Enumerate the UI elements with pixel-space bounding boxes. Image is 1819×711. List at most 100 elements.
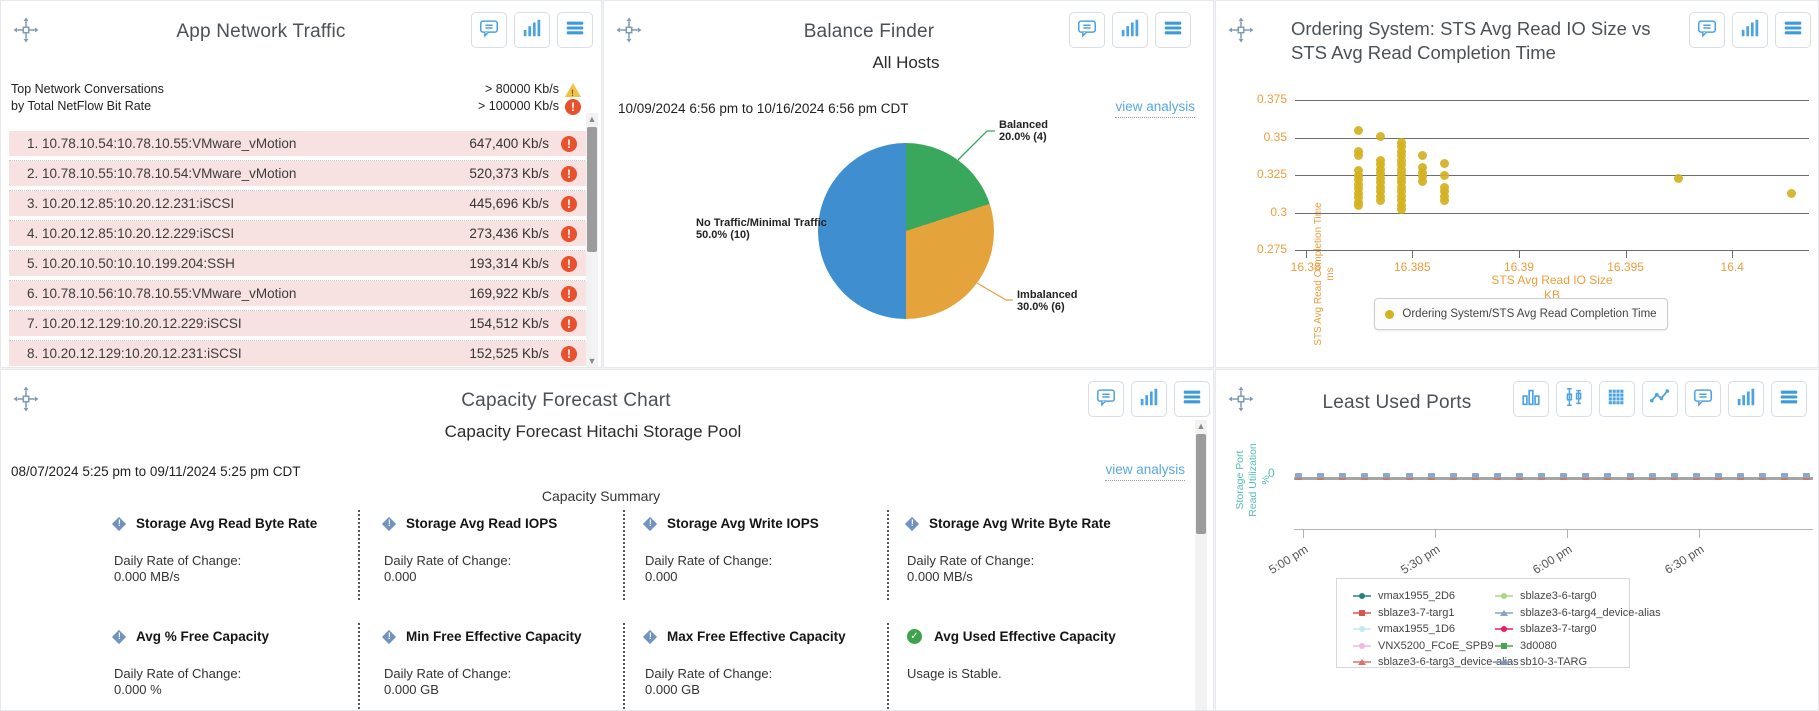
legend-item[interactable]: sblaze3-6-targ4_device-alias [1495,605,1633,622]
table-button[interactable] [1599,381,1635,417]
metric-card-header: Avg % Free Capacity [114,629,358,644]
menu-button[interactable] [1155,12,1191,48]
view-analysis-link[interactable]: view analysis [1115,99,1195,118]
metric-card[interactable]: Max Free Effective CapacityDaily Rate of… [623,629,887,698]
legend-label: vmax1955_1D6 [1378,623,1455,635]
legend-item[interactable]: vmax1955_1D6 [1353,621,1491,638]
table-row[interactable]: 3. 10.20.12.85:10.20.12.231:iSCSI445,696… [9,191,587,216]
legend-label: sb10-3-TARG [1520,656,1587,668]
legend-item[interactable]: 3d0080 [1495,638,1633,655]
gridline [1295,100,1809,101]
y-axis-label: Storage Port Read Utilization % [1234,425,1274,535]
metric-card[interactable]: Storage Avg Write Byte RateDaily Rate of… [887,516,1161,585]
page-title: App Network Traffic [1,21,521,43]
panel-least-used-ports: Least Used Ports Storage Port Read Utili… [1215,369,1819,711]
legend-item[interactable]: sblaze3-7-targ0 [1495,621,1633,638]
metric-card[interactable]: Avg % Free CapacityDaily Rate of Change:… [1,629,358,698]
table-row[interactable]: 7. 10.20.12.129:10.20.12.229:iSCSI154,51… [9,311,587,336]
info-diamond-icon [643,629,657,643]
data-point-marker [1582,473,1589,480]
comment-button[interactable] [1069,12,1105,48]
critical-icon: ! [561,286,577,302]
metric-card[interactable]: ✓Avg Used Effective CapacityUsage is Sta… [887,629,1161,682]
page-title: Ordering System: STS Avg Read IO Size vs… [1291,17,1651,65]
bar-chart-icon [521,17,543,44]
scrollbar-thumb[interactable] [587,127,597,252]
y-tick-label: 0 [1268,466,1275,480]
x-tick-mark [1412,250,1413,258]
legend-marker-icon [1353,625,1371,633]
scrollbar-thumb[interactable] [1196,434,1206,534]
table-row[interactable]: 1. 10.78.10.54:10.78.10.55:VMware_vMotio… [9,131,587,156]
table-row[interactable]: 2. 10.78.10.55:10.78.10.54:VMware_vMotio… [9,161,587,186]
table-row[interactable]: 5. 10.20.10.50:10.10.199.204:SSH193,314 … [9,251,587,276]
menu-button[interactable] [1775,12,1811,48]
line-chart-icon [1649,386,1671,413]
panel-balance-finder: Balance Finder All Hosts 10/09/2024 6:56… [603,0,1214,368]
comment-button[interactable] [471,12,507,48]
metric-card[interactable]: Storage Avg Read Byte RateDaily Rate of … [1,516,358,585]
legend-item[interactable]: sb10-3-TARG [1495,654,1633,671]
x-tick-mark [1732,250,1733,258]
pie-label-no-traffic: No Traffic/Minimal Traffic 50.0% (10) [696,217,827,241]
bar-chart-icon [1119,17,1141,44]
pie-label-imbalanced: Imbalanced 30.0% (6) [1017,289,1078,313]
line-chart-button[interactable] [1642,381,1678,417]
vertical-scrollbar[interactable]: ▲ ▼ [586,113,598,367]
scatter-point [1440,171,1449,180]
legend-item[interactable]: vmax1955_2D6 [1353,588,1491,605]
metric-line2: 0.000 GB [645,682,887,698]
legend-item[interactable]: sblaze3-6-targ3_device-alias [1353,654,1491,671]
move-icon[interactable] [1228,17,1254,43]
scatter-point [1418,177,1427,186]
metric-card[interactable]: Min Free Effective CapacityDaily Rate of… [358,629,623,698]
data-point-marker [1450,473,1457,480]
bar-chart-button[interactable] [1112,12,1148,48]
legend-item[interactable]: sblaze3-7-targ1 [1353,605,1491,622]
metric-line2: 0.000 GB [384,682,623,698]
legend-marker-icon [1353,609,1371,617]
bar-chart-button[interactable] [1732,12,1768,48]
bar-chart-button[interactable] [1728,381,1764,417]
y-tick-label: 0.275 [1241,242,1287,256]
conversation-label: 6. 10.78.10.56:10.78.10.55:VMware_vMotio… [27,286,469,301]
comment-icon [1076,17,1098,44]
gridline [1295,138,1809,139]
metric-card[interactable]: Storage Avg Write IOPSDaily Rate of Chan… [623,516,887,585]
check-circle-icon: ✓ [907,629,922,644]
metric-card[interactable]: Storage Avg Read IOPSDaily Rate of Chang… [358,516,623,585]
comment-button[interactable] [1685,381,1721,417]
hamburger-icon [564,17,586,44]
sts-plot: STS Avg Read Completion Time ms 0.3750.3… [1295,100,1809,250]
scatter-point [1418,151,1427,160]
metric-card-header: ✓Avg Used Effective Capacity [907,629,1161,644]
legend-item[interactable]: VNX5200_FCoE_SPB9 [1353,638,1491,655]
scatter-legend[interactable]: Ordering System/STS Avg Read Completion … [1374,298,1668,330]
metric-card-header: Storage Avg Write Byte Rate [907,516,1161,531]
scatter-point [1674,174,1683,183]
scroll-down-icon[interactable]: ▼ [586,355,598,367]
hamburger-icon [1782,17,1804,44]
card-separator [358,623,360,711]
scroll-up-icon[interactable]: ▲ [586,113,598,125]
balance-pie-chart[interactable] [818,143,994,319]
scroll-up-icon[interactable]: ▲ [1195,420,1207,432]
table-row[interactable]: 6. 10.78.10.56:10.78.10.55:VMware_vMotio… [9,281,587,306]
legend-item[interactable]: sblaze3-6-targ0 [1495,588,1633,605]
boxplot-button[interactable] [1556,381,1592,417]
menu-button[interactable] [557,12,593,48]
scatter-point [1376,196,1385,205]
x-tick-label: 6:30 pm [1645,542,1707,588]
menu-button[interactable] [1771,381,1807,417]
info-diamond-icon [112,516,126,530]
info-diamond-icon [382,516,396,530]
comment-button[interactable] [1689,12,1725,48]
column-chart-button[interactable] [1513,381,1549,417]
conversation-value: 273,436 Kb/s [469,226,549,241]
table-row[interactable]: 4. 10.20.12.85:10.20.12.229:iSCSI273,436… [9,221,587,246]
bar-chart-button[interactable] [514,12,550,48]
data-point-marker [1781,473,1788,480]
table-row[interactable]: 8. 10.20.12.129:10.20.12.231:iSCSI152,52… [9,341,587,366]
vertical-scrollbar[interactable]: ▲ [1195,420,1207,711]
card-separator [358,510,360,600]
